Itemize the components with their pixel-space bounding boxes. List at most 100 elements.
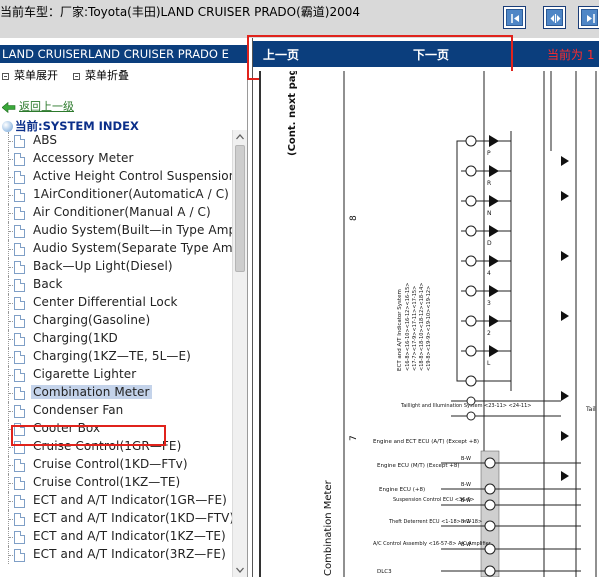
collapse-all-label: 菜单折叠 bbox=[85, 69, 129, 82]
collapse-all-icon bbox=[73, 72, 80, 80]
current-page-indicator: 当前为 1 bbox=[547, 48, 595, 62]
system-list: ABS Accessory Meter Active Height Contro… bbox=[0, 130, 232, 577]
page-nav-bar: 上一页 下一页 当前为 1 bbox=[247, 35, 599, 80]
page-icon bbox=[14, 495, 25, 508]
list-item[interactable]: Center Differential Lock bbox=[0, 294, 232, 312]
gear-label-4: 4 bbox=[487, 270, 491, 277]
list-item-label: Center Differential Lock bbox=[33, 295, 178, 309]
list-item-label: Charging(Gasoline) bbox=[33, 313, 151, 327]
collapse-right-button[interactable] bbox=[578, 6, 599, 29]
list-item[interactable]: Cruise Control(1KD—FTv) bbox=[0, 456, 232, 474]
svg-text:B-W: B-W bbox=[461, 542, 471, 548]
list-item-label: Accessory Meter bbox=[33, 151, 134, 165]
page-icon bbox=[14, 153, 25, 166]
list-item[interactable]: Condenser Fan bbox=[0, 402, 232, 420]
page-icon bbox=[14, 369, 25, 382]
gear-label-3: 3 bbox=[487, 300, 491, 307]
page-icon bbox=[14, 333, 25, 346]
list-item[interactable]: Audio System(Built—in Type Ampli bbox=[0, 222, 232, 240]
list-item[interactable]: ECT and A/T Indicator(1GR—FE) bbox=[0, 492, 232, 510]
page-icon bbox=[14, 315, 25, 328]
list-item[interactable]: 1AirConditioner(AutomaticA / C) bbox=[0, 186, 232, 204]
page-icon bbox=[14, 207, 25, 220]
page-icon bbox=[14, 171, 25, 184]
list-item-label: ECT and A/T Indicator(1KD—FTV) bbox=[33, 511, 232, 525]
collapse-all-button[interactable]: 菜单折叠 bbox=[73, 67, 129, 83]
scroll-down-icon[interactable] bbox=[233, 563, 247, 577]
svg-text:B-W: B-W bbox=[461, 498, 471, 504]
list-item-label: Audio System(Separate Type Amp bbox=[33, 241, 232, 255]
list-item-label: Active Height Control Suspension bbox=[33, 169, 232, 183]
list-item[interactable]: ECT and A/T Indicator(1KD—FTV) bbox=[0, 510, 232, 528]
list-item[interactable]: Back bbox=[0, 276, 232, 294]
expand-left-icon bbox=[506, 9, 523, 26]
list-item-label: 1AirConditioner(AutomaticA / C) bbox=[33, 187, 229, 201]
wire-bw-label: B-W bbox=[461, 456, 471, 462]
list-item-label: Back—Up Light(Diesel) bbox=[33, 259, 173, 273]
list-item-label: ECT and A/T Indicator(1GR—FE) bbox=[33, 493, 227, 507]
page-icon bbox=[14, 351, 25, 364]
list-item[interactable]: Back—Up Light(Diesel) bbox=[0, 258, 232, 276]
expand-both-icon bbox=[546, 9, 563, 26]
list-item[interactable]: Charging(1KD bbox=[0, 330, 232, 348]
back-arrow-icon bbox=[2, 101, 16, 113]
gear-label-n: N bbox=[487, 210, 492, 217]
column-number-8: 8 bbox=[349, 215, 359, 221]
list-item[interactable]: Accessory Meter bbox=[0, 150, 232, 168]
list-item-label: Audio System(Built—in Type Ampli bbox=[33, 223, 232, 237]
page-icon bbox=[14, 531, 25, 544]
list-item-label: Cruise Control(1KZ—TE) bbox=[33, 475, 181, 489]
page-icon bbox=[14, 405, 25, 418]
list-item[interactable]: ABS bbox=[0, 132, 232, 150]
sidebar-header: LAND CRUISERLAND CRUISER PRADO E bbox=[0, 45, 248, 63]
page-icon bbox=[14, 261, 25, 274]
gear-label-p: P bbox=[487, 150, 491, 157]
scrollbar-thumb[interactable] bbox=[235, 145, 245, 272]
expand-left-button[interactable] bbox=[503, 6, 526, 29]
column-number-7: 7 bbox=[349, 435, 359, 441]
gear-label-l: L bbox=[487, 360, 491, 367]
list-item-label: ABS bbox=[33, 133, 58, 147]
list-item[interactable]: Charging(Gasoline) bbox=[0, 312, 232, 330]
list-item[interactable]: ECT and A/T Indicator(1KZ—TE) bbox=[0, 528, 232, 546]
expand-all-button[interactable]: 菜单展开 bbox=[2, 67, 58, 83]
back-link[interactable]: 返回上一级 bbox=[2, 98, 74, 114]
page-icon bbox=[14, 135, 25, 148]
scroll-up-icon[interactable] bbox=[233, 130, 247, 144]
list-item-label: Combination Meter bbox=[31, 385, 152, 399]
svg-text:B-W: B-W bbox=[461, 519, 471, 525]
list-item-label: Cruise Control(1KD—FTv) bbox=[33, 457, 188, 471]
page-icon bbox=[14, 279, 25, 292]
svg-text:<17-7><17-9><17-11><17-15>: <17-7><17-9><17-11><17-15> bbox=[412, 286, 418, 371]
list-item-label: Cigarette Lighter bbox=[33, 367, 137, 381]
title-bar: 当前车型：厂家:Toyota(丰田)LAND CRUISER PRADO(霸道)… bbox=[0, 0, 599, 38]
svg-text:<19-8><19-9><19-10><19-12>: <19-8><19-9><19-10><19-12> bbox=[426, 286, 432, 371]
expand-all-label: 菜单展开 bbox=[14, 69, 58, 82]
wiring-diagram: (Cont. next page) Combination Meter 8 7 … bbox=[259, 71, 599, 577]
tail-label: Tail bbox=[585, 406, 596, 413]
vertical-scrollbar[interactable] bbox=[232, 130, 247, 577]
list-item-label: Charging(1KZ—TE, 5L—E) bbox=[33, 349, 191, 363]
list-item[interactable]: Audio System(Separate Type Amp bbox=[0, 240, 232, 258]
list-item[interactable]: Air Conditioner(Manual A / C) bbox=[0, 204, 232, 222]
gear-label-2: 2 bbox=[487, 330, 491, 337]
collapse-right-icon bbox=[581, 9, 598, 26]
list-item-label: Charging(1KD bbox=[33, 331, 118, 345]
list-item-label: Condenser Fan bbox=[33, 403, 124, 417]
list-item[interactable]: Charging(1KZ—TE, 5L—E) bbox=[0, 348, 232, 366]
engine-ect-ecu-label: Engine and ECT ECU (A/T) (Except +8) bbox=[373, 439, 479, 445]
page-icon bbox=[14, 477, 25, 490]
expand-both-button[interactable] bbox=[543, 6, 566, 29]
svg-text:B-W: B-W bbox=[461, 482, 471, 488]
list-item[interactable]: Cruise Control(1KZ—TE) bbox=[0, 474, 232, 492]
list-item-selected[interactable]: Combination Meter bbox=[0, 384, 232, 402]
page-icon bbox=[14, 387, 25, 400]
list-item[interactable]: ECT and A/T Indicator(3RZ—FE) bbox=[0, 546, 232, 564]
page-icon bbox=[14, 225, 25, 238]
expand-all-icon bbox=[2, 72, 9, 80]
engine-ecu-8-label: Engine ECU (+8) bbox=[379, 487, 425, 493]
list-item[interactable]: Cigarette Lighter bbox=[0, 366, 232, 384]
list-item[interactable]: Active Height Control Suspension bbox=[0, 168, 232, 186]
list-item-label: Air Conditioner(Manual A / C) bbox=[33, 205, 211, 219]
page-icon bbox=[14, 189, 25, 202]
